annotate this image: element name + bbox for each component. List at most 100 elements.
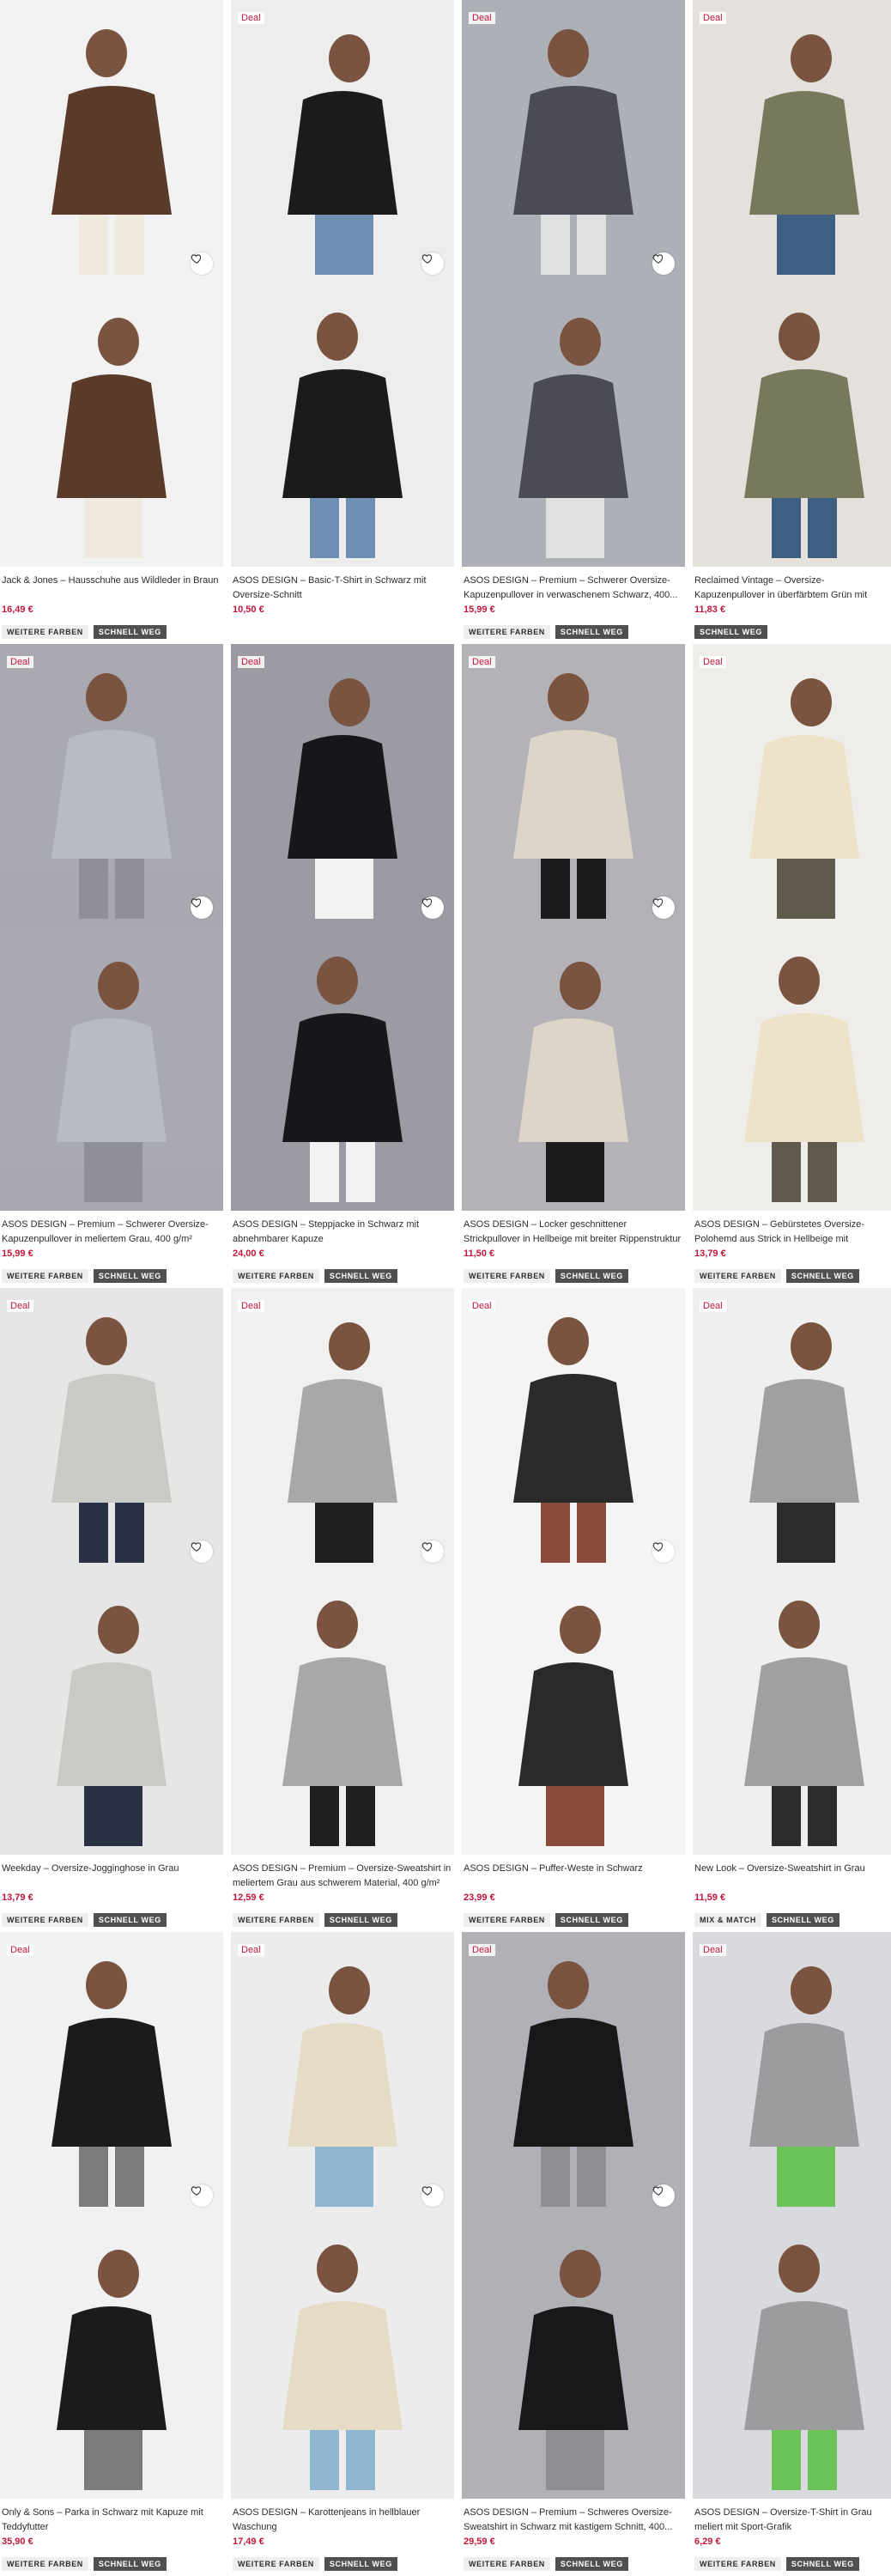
product-name[interactable]: ASOS DESIGN – Karottenjeans in hellblaue… <box>233 2506 454 2535</box>
product-image-alt[interactable] <box>231 2215 454 2499</box>
product-name[interactable]: ASOS DESIGN – Steppjacke in Schwarz mit … <box>233 1218 454 1247</box>
save-for-later-heart-icon[interactable] <box>421 1540 444 1563</box>
product-card[interactable]: Deal ASOS DESIGN – Premium – Schwerer Ov… <box>0 644 223 1288</box>
more-colors-badge[interactable]: WEITERE FARBEN <box>233 2557 319 2571</box>
more-colors-badge[interactable]: WEITERE FARBEN <box>2 625 88 639</box>
product-price: 12,59 € <box>233 1893 264 1903</box>
product-image-alt[interactable] <box>0 1571 223 1855</box>
product-name[interactable]: ASOS DESIGN – Locker geschnittener Stric… <box>464 1218 685 1247</box>
product-name[interactable]: ASOS DESIGN – Premium – Oversize-Sweatsh… <box>233 1862 454 1891</box>
product-image[interactable]: Deal <box>693 644 891 927</box>
more-colors-badge[interactable]: WEITERE FARBEN <box>464 1913 550 1927</box>
product-name[interactable]: Jack & Jones – Hausschuhe aus Wildleder … <box>2 574 223 603</box>
save-for-later-heart-icon[interactable] <box>652 252 675 275</box>
product-name[interactable]: New Look – Oversize-Sweatshirt in Grau <box>694 1862 891 1891</box>
product-name[interactable]: Reclaimed Vintage – Oversize-Kapuzenpull… <box>694 574 891 603</box>
more-colors-badge[interactable]: WEITERE FARBEN <box>233 1913 319 1927</box>
product-image[interactable]: Deal <box>0 1932 223 2215</box>
product-badges: WEITERE FARBEN SCHNELL WEG <box>464 625 628 639</box>
selling-fast-badge: SCHNELL WEG <box>93 1913 167 1927</box>
more-colors-badge[interactable]: WEITERE FARBEN <box>464 2557 550 2571</box>
product-image-alt[interactable] <box>693 283 891 567</box>
product-image-alt[interactable] <box>231 1571 454 1855</box>
product-card[interactable]: Deal ASOS DESIGN – Premium – Schwerer Ov… <box>462 0 685 644</box>
product-name[interactable]: ASOS DESIGN – Premium – Schweres Oversiz… <box>464 2506 685 2535</box>
product-image-alt[interactable] <box>462 283 685 567</box>
product-card[interactable]: Deal ASOS DESIGN – Karottenjeans in hell… <box>231 1932 454 2576</box>
product-name[interactable]: ASOS DESIGN – Premium – Schwerer Oversiz… <box>464 574 685 603</box>
product-badges: WEITERE FARBEN SCHNELL WEG <box>464 1913 628 1927</box>
product-image-alt[interactable] <box>462 2215 685 2499</box>
product-badges: WEITERE FARBEN SCHNELL WEG <box>233 1913 397 1927</box>
product-image-alt[interactable] <box>693 2215 891 2499</box>
product-image[interactable]: Deal <box>693 0 891 283</box>
product-image[interactable]: Deal <box>693 1932 891 2215</box>
product-image-alt[interactable] <box>231 927 454 1211</box>
product-price: 6,29 € <box>694 2537 721 2547</box>
product-image[interactable]: Deal <box>231 1288 454 1571</box>
product-image[interactable] <box>0 0 223 283</box>
product-name[interactable]: Weekday – Oversize-Jogginghose in Grau <box>2 1862 223 1891</box>
product-card[interactable]: Deal ASOS DESIGN – Puffer-Weste in Schwa… <box>462 1288 685 1932</box>
product-card[interactable]: Deal ASOS DESIGN – Oversize-T-Shirt in G… <box>693 1932 891 2576</box>
product-image-alt[interactable] <box>0 2215 223 2499</box>
save-for-later-heart-icon[interactable] <box>652 896 675 919</box>
product-card[interactable]: Deal ASOS DESIGN – Premium – Oversize-Sw… <box>231 1288 454 1932</box>
save-for-later-heart-icon[interactable] <box>191 1540 213 1563</box>
product-card[interactable]: Deal ASOS DESIGN – Steppjacke in Schwarz… <box>231 644 454 1288</box>
product-name[interactable]: ASOS DESIGN – Basic-T-Shirt in Schwarz m… <box>233 574 454 603</box>
product-card[interactable]: Deal Reclaimed Vintage – Oversize-Kapuze… <box>693 0 891 644</box>
more-colors-badge[interactable]: WEITERE FARBEN <box>2 2557 88 2571</box>
save-for-later-heart-icon[interactable] <box>652 1540 675 1563</box>
product-card[interactable]: Deal ASOS DESIGN – Premium – Schweres Ov… <box>462 1932 685 2576</box>
product-image[interactable]: Deal <box>231 1932 454 2215</box>
product-image[interactable]: Deal <box>693 1288 891 1571</box>
selling-fast-badge: SCHNELL WEG <box>785 2557 859 2571</box>
deal-badge: Deal <box>238 1300 264 1312</box>
save-for-later-heart-icon[interactable] <box>421 2184 444 2207</box>
save-for-later-heart-icon[interactable] <box>191 252 213 275</box>
more-colors-badge[interactable]: WEITERE FARBEN <box>464 1269 550 1283</box>
selling-fast-badge: SCHNELL WEG <box>324 1913 397 1927</box>
product-image[interactable]: Deal <box>462 1288 685 1571</box>
product-image[interactable]: Deal <box>0 1288 223 1571</box>
save-for-later-heart-icon[interactable] <box>421 896 444 919</box>
product-image-alt[interactable] <box>693 927 891 1211</box>
product-name[interactable]: ASOS DESIGN – Oversize-T-Shirt in Grau m… <box>694 2506 891 2535</box>
save-for-later-heart-icon[interactable] <box>652 2184 675 2207</box>
save-for-later-heart-icon[interactable] <box>191 2184 213 2207</box>
product-image[interactable]: Deal <box>462 0 685 283</box>
product-name[interactable]: ASOS DESIGN – Gebürstetes Oversize-Poloh… <box>694 1218 891 1247</box>
product-card[interactable]: Deal Only & Sons – Parka in Schwarz mit … <box>0 1932 223 2576</box>
product-card[interactable]: Deal Weekday – Oversize-Jogginghose in G… <box>0 1288 223 1932</box>
product-badges: WEITERE FARBEN SCHNELL WEG <box>694 1269 859 1283</box>
product-image-alt[interactable] <box>0 927 223 1211</box>
product-image-alt[interactable] <box>693 1571 891 1855</box>
product-image[interactable]: Deal <box>462 1932 685 2215</box>
save-for-later-heart-icon[interactable] <box>421 252 444 275</box>
product-card[interactable]: Deal ASOS DESIGN – Locker geschnittener … <box>462 644 685 1288</box>
product-image-alt[interactable] <box>0 283 223 567</box>
product-image[interactable]: Deal <box>231 644 454 927</box>
product-image[interactable]: Deal <box>0 644 223 927</box>
product-name[interactable]: Only & Sons – Parka in Schwarz mit Kapuz… <box>2 2506 223 2535</box>
product-image-alt[interactable] <box>462 927 685 1211</box>
product-image-alt[interactable] <box>231 283 454 567</box>
product-card[interactable]: Deal ASOS DESIGN – Basic-T-Shirt in Schw… <box>231 0 454 644</box>
more-colors-badge[interactable]: WEITERE FARBEN <box>2 1913 88 1927</box>
save-for-later-heart-icon[interactable] <box>191 896 213 919</box>
product-card[interactable]: Deal ASOS DESIGN – Gebürstetes Oversize-… <box>693 644 891 1288</box>
product-image-alt[interactable] <box>462 1571 685 1855</box>
more-colors-badge[interactable]: WEITERE FARBEN <box>464 625 550 639</box>
product-name[interactable]: ASOS DESIGN – Puffer-Weste in Schwarz <box>464 1862 685 1891</box>
product-image[interactable]: Deal <box>462 644 685 927</box>
more-colors-badge[interactable]: WEITERE FARBEN <box>233 1269 319 1283</box>
more-colors-badge[interactable]: WEITERE FARBEN <box>694 2557 781 2571</box>
more-colors-badge[interactable]: WEITERE FARBEN <box>2 1269 88 1283</box>
more-colors-badge[interactable]: WEITERE FARBEN <box>694 1269 781 1283</box>
product-image[interactable]: Deal <box>231 0 454 283</box>
mix-match-badge[interactable]: MIX & MATCH <box>694 1913 761 1927</box>
product-name[interactable]: ASOS DESIGN – Premium – Schwerer Oversiz… <box>2 1218 223 1247</box>
product-card[interactable]: Jack & Jones – Hausschuhe aus Wildleder … <box>0 0 223 644</box>
product-card[interactable]: Deal New Look – Oversize-Sweatshirt in G… <box>693 1288 891 1932</box>
